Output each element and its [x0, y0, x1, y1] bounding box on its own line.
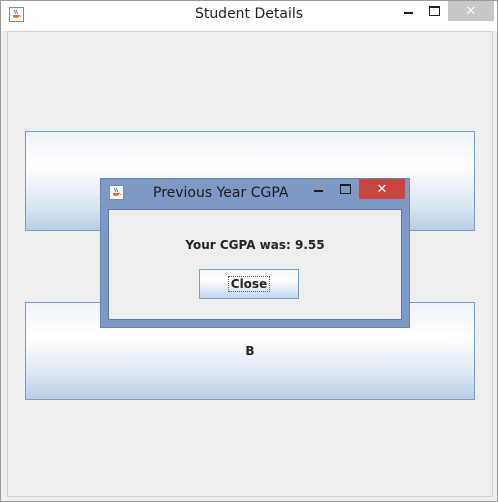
close-icon: ✕ [465, 3, 477, 19]
previous-year-cgpa-dialog: Previous Year CGPA ✕ Your CGPA was: 9.55… [100, 178, 410, 328]
minimize-icon [313, 190, 323, 192]
option-button-b-label: B [245, 344, 255, 358]
dialog-minimize-button[interactable] [306, 179, 330, 199]
main-titlebar[interactable]: Student Details ✕ [1, 1, 497, 31]
java-cup-icon [109, 185, 124, 200]
minimize-icon [403, 12, 413, 14]
dialog-maximize-button[interactable] [333, 179, 357, 199]
close-dialog-button[interactable]: Close [199, 269, 299, 299]
maximize-icon [339, 184, 351, 194]
maximize-icon [428, 6, 440, 16]
dialog-titlebar[interactable]: Previous Year CGPA ✕ [101, 179, 409, 207]
dialog-body: Your CGPA was: 9.55 Close [108, 209, 402, 320]
cgpa-message: Your CGPA was: 9.55 [185, 238, 325, 252]
close-button[interactable]: ✕ [448, 1, 494, 21]
dialog-close-button[interactable]: ✕ [359, 179, 405, 199]
dialog-title: Previous Year CGPA [153, 185, 289, 201]
close-icon: ✕ [376, 181, 388, 197]
maximize-button[interactable] [421, 1, 447, 21]
close-dialog-button-label: Close [227, 276, 271, 292]
minimize-button[interactable] [395, 1, 421, 21]
